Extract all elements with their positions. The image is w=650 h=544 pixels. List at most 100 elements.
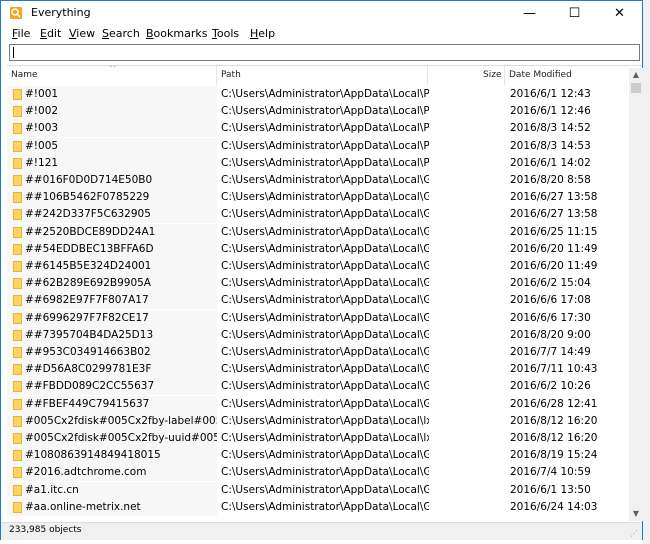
- row-path: C:\Users\Administrator\AppData\Local\P..…: [221, 139, 429, 152]
- scroll-up-icon[interactable]: ▲: [629, 68, 643, 82]
- row-date-modified: 2016/6/20 11:49: [510, 260, 598, 272]
- table-row[interactable]: ##6145B5E324D24001 C:\Users\Administrator…: [7, 258, 629, 275]
- table-row[interactable]: #aa.online-metrix.net C:\Users\Administra…: [7, 498, 629, 516]
- row-date-modified: 2016/6/27 13:58: [510, 191, 598, 204]
- folder-icon: [13, 295, 22, 307]
- maximize-button[interactable]: ☐: [552, 1, 597, 25]
- row-path: C:\Users\Administrator\AppData\Local\G..…: [221, 328, 429, 341]
- menu-view[interactable]: View: [69, 27, 95, 40]
- row-name: ##7395704B4DA25D13: [25, 328, 154, 341]
- row-date-modified: 2016/6/27 13:58: [510, 208, 598, 221]
- sort-ascending-icon: ^: [109, 65, 117, 74]
- column-path-header[interactable]: Path: [221, 66, 241, 85]
- menu-edit[interactable]: Edit: [40, 27, 61, 40]
- folder-icon: [13, 329, 22, 341]
- text-caret: [13, 47, 14, 58]
- background-window-edge: [643, 0, 650, 544]
- table-row[interactable]: ##953C034914663B02 C:\Users\Administrator…: [7, 344, 629, 361]
- row-path: C:\Users\Administrator\AppData\Local\G..…: [221, 483, 429, 496]
- folder-icon: [13, 278, 22, 290]
- menu-file[interactable]: File: [12, 27, 30, 40]
- row-name: ##106B5462F0785229: [25, 191, 150, 204]
- column-divider[interactable]: [216, 66, 217, 85]
- menu-tools[interactable]: Tools: [212, 27, 239, 40]
- minimize-button[interactable]: —: [507, 1, 552, 25]
- row-name: #!001: [25, 88, 59, 100]
- folder-icon: [13, 175, 22, 186]
- table-row[interactable]: ##54EDDBEC13BFFA6D C:\Users\Administrator…: [7, 240, 629, 258]
- row-path: C:\Users\Administrator\AppData\Local\lx.…: [221, 414, 429, 427]
- search-input[interactable]: [9, 44, 640, 61]
- row-name: ##2520BDCE89DD24A1: [25, 225, 156, 238]
- table-row[interactable]: ##2520BDCE89DD24A1 C:\Users\Administrator…: [7, 223, 629, 241]
- folder-icon: [13, 484, 22, 496]
- folder-icon: [13, 123, 22, 135]
- folder-icon: [13, 106, 22, 118]
- table-row[interactable]: #!121 C:\Users\Administrator\AppData\Loca…: [7, 154, 629, 172]
- table-row[interactable]: ##242D337F5C632905 C:\Users\Administrator…: [7, 206, 629, 224]
- row-path: C:\Users\Administrator\AppData\Local\P..…: [221, 88, 429, 100]
- table-row[interactable]: #005Cx2fdisk#005Cx2fby-uuid#005Cx... C:\U…: [7, 430, 629, 447]
- column-divider[interactable]: [427, 66, 428, 85]
- scroll-down-icon[interactable]: ▼: [629, 507, 643, 521]
- table-row[interactable]: ##6996297F7F82CE17 C:\Users\Administrator…: [7, 309, 629, 327]
- close-button[interactable]: ✕: [597, 1, 642, 25]
- row-path: C:\Users\Administrator\AppData\Local\G..…: [221, 191, 429, 204]
- row-date-modified: 2016/6/24 14:03: [510, 500, 598, 513]
- row-name: ##FBEF449C79415637: [25, 397, 150, 410]
- column-date-header[interactable]: Date Modified: [509, 66, 572, 85]
- folder-icon: [13, 243, 22, 255]
- column-divider[interactable]: [504, 66, 505, 85]
- row-path: C:\Users\Administrator\AppData\Local\G..…: [221, 311, 429, 324]
- row-path: C:\Users\Administrator\AppData\Local\G..…: [221, 174, 429, 186]
- table-row[interactable]: #1080863914849418015 C:\Users\Administrat…: [7, 447, 629, 465]
- column-size-header[interactable]: Size: [483, 66, 501, 85]
- row-path: C:\Users\Administrator\AppData\Local\G..…: [221, 466, 429, 479]
- table-row[interactable]: #a1.itc.cn C:\Users\Administrator\AppData…: [7, 481, 629, 499]
- row-name: ##6145B5E324D24001: [25, 260, 152, 272]
- vertical-scrollbar[interactable]: ▲ ▼: [629, 68, 643, 521]
- table-row[interactable]: ##106B5462F0785229 C:\Users\Administrator…: [7, 189, 629, 207]
- resize-grip-icon[interactable]: ⋰: [630, 529, 638, 538]
- table-row[interactable]: #!005 C:\Users\Administrator\AppData\Loca…: [7, 137, 629, 155]
- folder-icon: [13, 364, 22, 376]
- row-name: #!002: [25, 105, 59, 118]
- row-name: #!003: [25, 122, 59, 135]
- folder-icon: [13, 398, 22, 410]
- row-path: C:\Users\Administrator\AppData\Local\G..…: [221, 449, 429, 462]
- row-name: ##6996297F7F82CE17: [25, 311, 149, 324]
- table-row[interactable]: ##016F0D0D714E50B0 C:\Users\Administrator…: [7, 172, 629, 189]
- row-date-modified: 2016/8/12 16:20: [510, 414, 598, 427]
- row-name: #a1.itc.cn: [25, 483, 79, 496]
- table-row[interactable]: ##62B289E692B9905A C:\Users\Administrator…: [7, 275, 629, 293]
- row-name: #2016.adtchrome.com: [25, 466, 147, 479]
- column-name-header[interactable]: Name: [11, 66, 38, 85]
- row-date-modified: 2016/6/2 10:26: [510, 380, 591, 393]
- row-name: ##54EDDBEC13BFFA6D: [25, 242, 154, 255]
- row-date-modified: 2016/6/6 17:08: [510, 294, 591, 307]
- table-row[interactable]: ##FBEF449C79415637 C:\Users\Administrator…: [7, 395, 629, 413]
- menu-help[interactable]: Help: [250, 27, 275, 40]
- table-row[interactable]: #2016.adtchrome.com C:\Users\Administrato…: [7, 464, 629, 482]
- table-row[interactable]: #!001 C:\Users\Administrator\AppData\Loca…: [7, 86, 629, 103]
- folder-icon: [13, 467, 22, 479]
- table-row[interactable]: ##FBDD089C2CC55637 C:\Users\Administrator…: [7, 378, 629, 396]
- row-date-modified: 2016/8/3 14:52: [510, 122, 591, 135]
- table-row[interactable]: #!002 C:\Users\Administrator\AppData\Loca…: [7, 103, 629, 121]
- table-row[interactable]: ##D56A8C0299781E3F C:\Users\Administrator…: [7, 361, 629, 379]
- table-row[interactable]: #005Cx2fdisk#005Cx2fby-label#005Cx... C:\…: [7, 412, 629, 430]
- row-date-modified: 2016/8/3 14:53: [510, 139, 591, 152]
- scroll-thumb[interactable]: [631, 83, 641, 93]
- status-bar: 233,985 objects ⋰: [1, 522, 642, 540]
- table-row[interactable]: ##7395704B4DA25D13 C:\Users\Administrator…: [7, 326, 629, 344]
- row-date-modified: 2016/6/1 13:50: [510, 483, 591, 496]
- table-row[interactable]: #!003 C:\Users\Administrator\AppData\Loca…: [7, 120, 629, 138]
- row-path: C:\Users\Administrator\AppData\Local\G..…: [221, 208, 429, 221]
- title-bar[interactable]: Everything — ☐ ✕: [1, 1, 642, 25]
- row-path: C:\Users\Administrator\AppData\Local\G..…: [221, 363, 429, 376]
- table-row[interactable]: ##6982E97F7F807A17 C:\Users\Administrator…: [7, 292, 629, 310]
- menu-search[interactable]: Search: [102, 27, 140, 40]
- folder-icon: [13, 312, 22, 324]
- folder-icon: [13, 209, 22, 221]
- menu-bookmarks[interactable]: Bookmarks: [146, 27, 207, 40]
